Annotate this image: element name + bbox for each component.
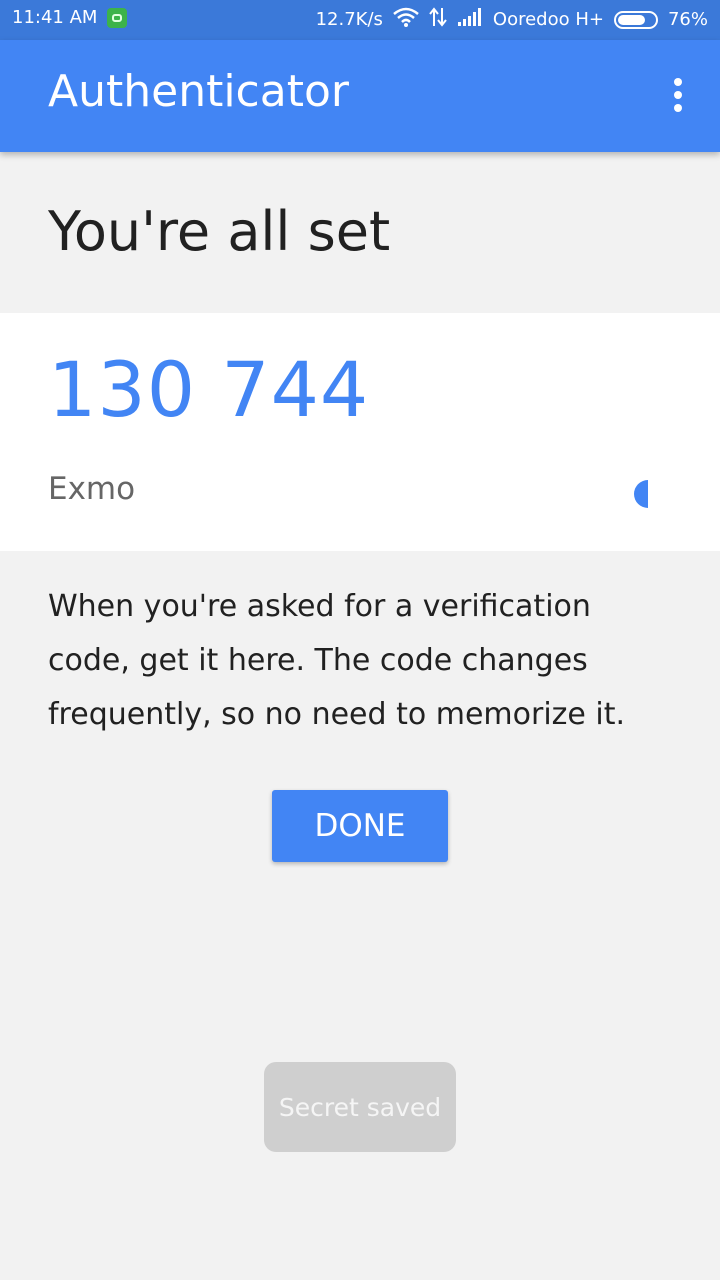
account-name: Exmo: [48, 471, 136, 507]
signal-icon: [457, 7, 483, 32]
status-left: 11:41 AM: [12, 7, 128, 28]
page-headline: You're all set: [48, 200, 391, 263]
more-vert-icon[interactable]: [666, 78, 690, 118]
account-card[interactable]: 130 744 Exmo: [0, 313, 720, 551]
done-button[interactable]: DONE: [272, 790, 448, 862]
app-bar: Authenticator: [0, 40, 720, 152]
status-right: 12.7K/s Ooredoo H+ 76%: [316, 7, 708, 32]
battery-icon: [613, 10, 658, 29]
data-transfer-icon: [429, 7, 447, 32]
status-bar: 11:41 AM 12.7K/s Ooredoo H+ 76%: [0, 0, 720, 40]
notification-app-icon: [107, 7, 128, 28]
network-speed: 12.7K/s: [315, 9, 383, 30]
instruction-text: When you're asked for a verification cod…: [48, 589, 626, 732]
battery-fill: [617, 14, 645, 25]
verification-code: 130 744: [48, 345, 370, 434]
app-title: Authenticator: [48, 66, 349, 117]
status-time: 11:41 AM: [12, 7, 98, 28]
carrier-name: Ooredoo H+: [492, 9, 604, 30]
countdown-pie-icon: [620, 477, 650, 511]
wifi-icon: [393, 7, 419, 32]
toast-message: Secret saved: [264, 1062, 456, 1152]
battery-percent: 76%: [667, 9, 708, 30]
